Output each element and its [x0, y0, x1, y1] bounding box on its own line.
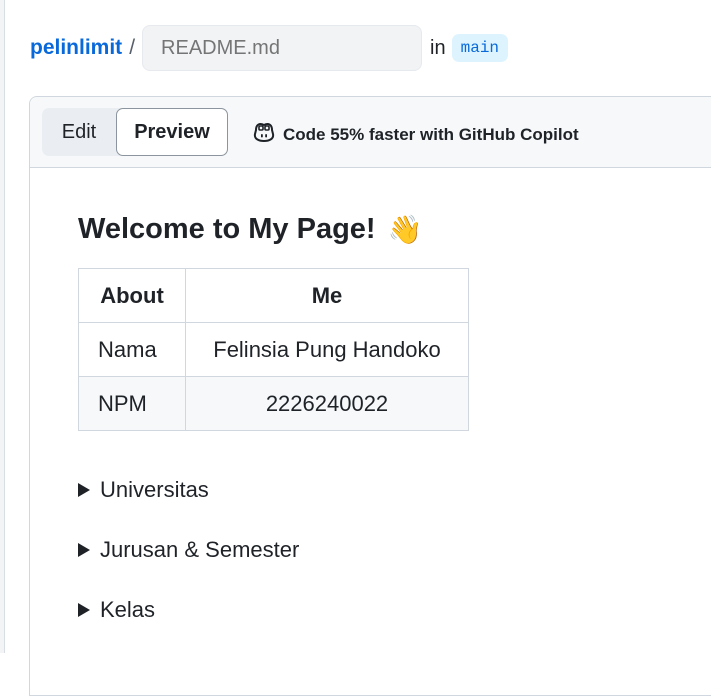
details-list: Universitas Jurusan & Semester Kelas: [78, 475, 469, 625]
triangle-right-icon: [78, 543, 90, 557]
details-universitas[interactable]: Universitas: [78, 475, 469, 505]
details-summary: Jurusan & Semester: [100, 537, 300, 562]
markdown-preview: Welcome to My Page! 👋 About Me Nama Feli…: [78, 213, 469, 655]
editor-panel: Edit Preview Code 55% faster with GitHub…: [29, 96, 711, 696]
table-cell: 2226240022: [185, 376, 469, 431]
repo-owner-link[interactable]: pelinlimit: [30, 36, 122, 60]
filename-input[interactable]: [142, 25, 423, 71]
copilot-promo[interactable]: Code 55% faster with GitHub Copilot: [252, 121, 579, 148]
table-row: NPM 2226240022: [78, 376, 469, 431]
copilot-text: Code 55% faster with GitHub Copilot: [283, 124, 579, 144]
details-jurusan-semester[interactable]: Jurusan & Semester: [78, 535, 469, 565]
table-row: Nama Felinsia Pung Handoko: [78, 322, 469, 377]
heading-text: Welcome to My Page!: [78, 213, 376, 245]
left-border: [0, 0, 5, 653]
copilot-icon: [252, 121, 283, 148]
table-header-me: Me: [185, 268, 469, 323]
edit-preview-tabs: Edit Preview: [42, 108, 228, 156]
editor-toolbar: Edit Preview Code 55% faster with GitHub…: [30, 97, 711, 168]
table-cell: Felinsia Pung Handoko: [185, 322, 469, 377]
table-cell: Nama: [78, 322, 186, 377]
tab-preview[interactable]: Preview: [116, 108, 228, 156]
details-summary: Universitas: [100, 477, 209, 502]
breadcrumb: pelinlimit / in main: [30, 24, 509, 72]
triangle-right-icon: [78, 603, 90, 617]
breadcrumb-separator: /: [129, 36, 136, 59]
details-kelas[interactable]: Kelas: [78, 595, 469, 625]
table-header-about: About: [78, 268, 186, 323]
triangle-right-icon: [78, 483, 90, 497]
details-summary: Kelas: [100, 597, 156, 622]
page-heading: Welcome to My Page! 👋: [78, 213, 469, 246]
about-table: About Me Nama Felinsia Pung Handoko NPM …: [78, 268, 469, 431]
table-cell: NPM: [78, 376, 186, 431]
branch-badge[interactable]: main: [451, 34, 509, 62]
tab-edit[interactable]: Edit: [42, 108, 116, 156]
table-header-row: About Me: [78, 268, 469, 323]
wave-emoji: 👋: [387, 214, 423, 245]
in-label: in: [430, 36, 446, 59]
